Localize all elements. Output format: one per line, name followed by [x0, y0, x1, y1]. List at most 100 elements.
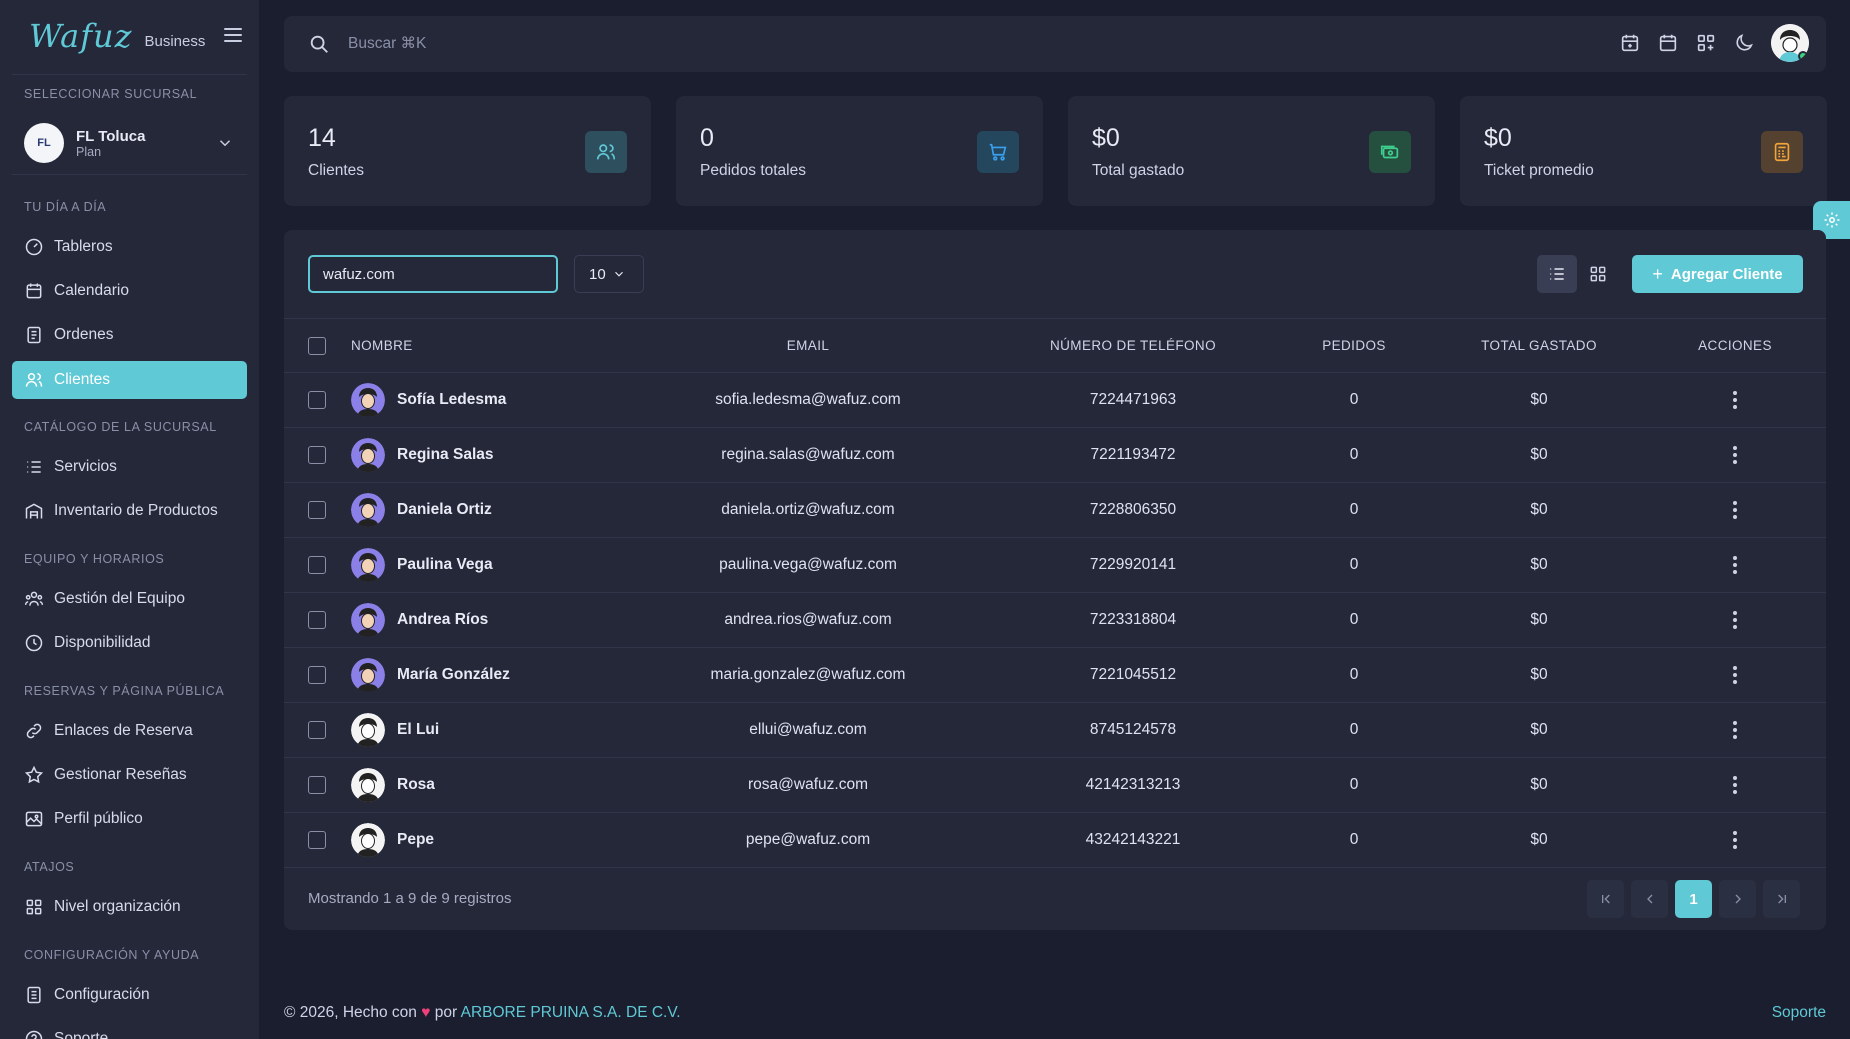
- more-actions-icon[interactable]: [1732, 721, 1738, 741]
- table-row[interactable]: Paulina Vega paulina.vega@wafuz.com 722992…: [284, 538, 1826, 593]
- client-phone: 7223318804: [1089, 611, 1177, 628]
- sidebar-item-gestion-equipo[interactable]: Gestión del Equipo: [12, 580, 247, 618]
- brand[interactable]: Wafuz Business: [29, 18, 205, 54]
- client-name[interactable]: Paulina Vega: [397, 556, 493, 574]
- branch-selector[interactable]: FL FL Toluca Plan: [24, 122, 234, 164]
- client-name[interactable]: Daniela Ortiz: [397, 501, 492, 519]
- sidebar-divider: [12, 74, 247, 75]
- calendar-add-icon[interactable]: [1619, 32, 1641, 54]
- client-spent: $0: [1530, 776, 1548, 793]
- client-name[interactable]: Regina Salas: [397, 446, 494, 464]
- add-client-button[interactable]: + Agregar Cliente: [1632, 255, 1803, 293]
- select-all-checkbox[interactable]: [308, 337, 326, 355]
- sidebar-item-nivel-organizacion[interactable]: Nivel organización: [12, 888, 247, 926]
- apps-icon[interactable]: [1695, 32, 1717, 54]
- help-icon: [25, 1030, 43, 1039]
- topbar: Buscar ⌘K: [284, 16, 1826, 72]
- sidebar-item-calendario[interactable]: Calendario: [12, 272, 247, 310]
- column-header-name[interactable]: NOMBRE: [351, 338, 413, 353]
- support-link[interactable]: Soporte: [1772, 1004, 1826, 1022]
- grid-view-button[interactable]: [1578, 255, 1618, 293]
- row-checkbox[interactable]: [308, 611, 326, 629]
- sidebar-item-soporte[interactable]: Soporte: [12, 1020, 247, 1039]
- sidebar-item-ordenes[interactable]: Ordenes: [12, 316, 247, 354]
- row-checkbox[interactable]: [308, 666, 326, 684]
- table-row[interactable]: Pepe pepe@wafuz.com 43242143221 0 $0: [284, 813, 1826, 868]
- column-header-orders[interactable]: PEDIDOS: [1322, 338, 1386, 353]
- grid-icon: [1590, 266, 1606, 282]
- client-name[interactable]: Sofía Ledesma: [397, 391, 506, 409]
- row-checkbox[interactable]: [308, 721, 326, 739]
- list-view-button[interactable]: [1537, 255, 1577, 293]
- copyright: © 2026, Hecho con ♥ por ARBORE PRUINA S.…: [284, 1004, 681, 1022]
- table-row[interactable]: María González maria.gonzalez@wafuz.com 72…: [284, 648, 1826, 703]
- per-page-select[interactable]: 10: [574, 255, 644, 293]
- client-avatar: [351, 713, 385, 747]
- calendar-icon[interactable]: [1657, 32, 1679, 54]
- row-checkbox[interactable]: [308, 446, 326, 464]
- more-actions-icon[interactable]: [1732, 556, 1738, 576]
- row-checkbox[interactable]: [308, 391, 326, 409]
- column-header-phone[interactable]: NÚMERO DE TELÉFONO: [1050, 338, 1216, 353]
- row-checkbox[interactable]: [308, 776, 326, 794]
- client-spent: $0: [1530, 666, 1548, 683]
- last-page-button[interactable]: [1763, 880, 1800, 918]
- column-header-email[interactable]: EMAIL: [787, 338, 830, 353]
- sidebar-section-title: ATAJOS: [24, 860, 75, 874]
- sidebar-item-disponibilidad[interactable]: Disponibilidad: [12, 624, 247, 662]
- client-name[interactable]: Rosa: [397, 776, 435, 794]
- client-email: maria.gonzalez@wafuz.com: [710, 666, 906, 683]
- chevron-down-icon: [614, 271, 623, 277]
- row-checkbox[interactable]: [308, 556, 326, 574]
- more-actions-icon[interactable]: [1732, 446, 1738, 466]
- company-link[interactable]: ARBORE PRUINA S.A. DE C.V.: [461, 1004, 681, 1021]
- table-row[interactable]: Rosa rosa@wafuz.com 42142313213 0 $0: [284, 758, 1826, 813]
- more-actions-icon[interactable]: [1732, 776, 1738, 796]
- more-actions-icon[interactable]: [1732, 666, 1738, 686]
- column-header-spent[interactable]: TOTAL GASTADO: [1481, 338, 1597, 353]
- user-avatar[interactable]: [1771, 24, 1809, 62]
- table-row[interactable]: El Lui ellui@wafuz.com 8745124578 0 $0: [284, 703, 1826, 758]
- client-name[interactable]: Pepe: [397, 831, 434, 849]
- more-actions-icon[interactable]: [1732, 501, 1738, 521]
- sidebar-item-configuracion[interactable]: Configuración: [12, 976, 247, 1014]
- hamburger-menu-icon[interactable]: [224, 28, 242, 42]
- client-orders: 0: [1349, 721, 1359, 738]
- sidebar-item-perfil-publico[interactable]: Perfil público: [12, 800, 247, 838]
- client-name[interactable]: María González: [397, 666, 510, 684]
- table-row[interactable]: Daniela Ortiz daniela.ortiz@wafuz.com 7228…: [284, 483, 1826, 538]
- first-page-button[interactable]: [1587, 880, 1624, 918]
- client-name[interactable]: Andrea Ríos: [397, 611, 488, 629]
- more-actions-icon[interactable]: [1732, 831, 1738, 851]
- search-icon[interactable]: [308, 33, 330, 55]
- sidebar-section-title: CATÁLOGO DE LA SUCURSAL: [24, 420, 217, 434]
- filter-input[interactable]: [308, 255, 558, 293]
- row-checkbox[interactable]: [308, 831, 326, 849]
- sidebar-item-resenas[interactable]: Gestionar Reseñas: [12, 756, 247, 794]
- sidebar-item-servicios[interactable]: Servicios: [12, 448, 247, 486]
- chevron-down-icon: [219, 140, 231, 147]
- row-checkbox[interactable]: [308, 501, 326, 519]
- sidebar-item-inventario[interactable]: Inventario de Productos: [12, 492, 247, 530]
- stat-icon-box: [1761, 131, 1803, 173]
- next-page-button[interactable]: [1719, 880, 1756, 918]
- sidebar-item-clientes[interactable]: Clientes: [12, 361, 247, 399]
- prev-page-button[interactable]: [1631, 880, 1668, 918]
- sidebar-section-title: SELECCIONAR SUCURSAL: [24, 87, 198, 101]
- page-button-1[interactable]: 1: [1675, 880, 1712, 918]
- search-input[interactable]: Buscar ⌘K: [348, 34, 426, 53]
- more-actions-icon[interactable]: [1732, 611, 1738, 631]
- sidebar-item-label: Gestión del Equipo: [54, 590, 185, 607]
- sidebar-section-title: EQUIPO Y HORARIOS: [24, 552, 165, 566]
- table-row[interactable]: Sofía Ledesma sofia.ledesma@wafuz.com 7224…: [284, 373, 1826, 428]
- sidebar-divider: [12, 174, 247, 175]
- sidebar-item-tableros[interactable]: Tableros: [12, 228, 247, 266]
- sidebar-item-enlaces-reserva[interactable]: Enlaces de Reserva: [12, 712, 247, 750]
- client-spent: $0: [1530, 391, 1548, 408]
- moon-icon[interactable]: [1733, 32, 1755, 54]
- table-row[interactable]: Regina Salas regina.salas@wafuz.com 722119…: [284, 428, 1826, 483]
- table-row[interactable]: Andrea Ríos andrea.rios@wafuz.com 72233188…: [284, 593, 1826, 648]
- more-actions-icon[interactable]: [1732, 391, 1738, 411]
- copyright-prefix: © 2026, Hecho con: [284, 1004, 417, 1021]
- client-name[interactable]: El Lui: [397, 721, 439, 739]
